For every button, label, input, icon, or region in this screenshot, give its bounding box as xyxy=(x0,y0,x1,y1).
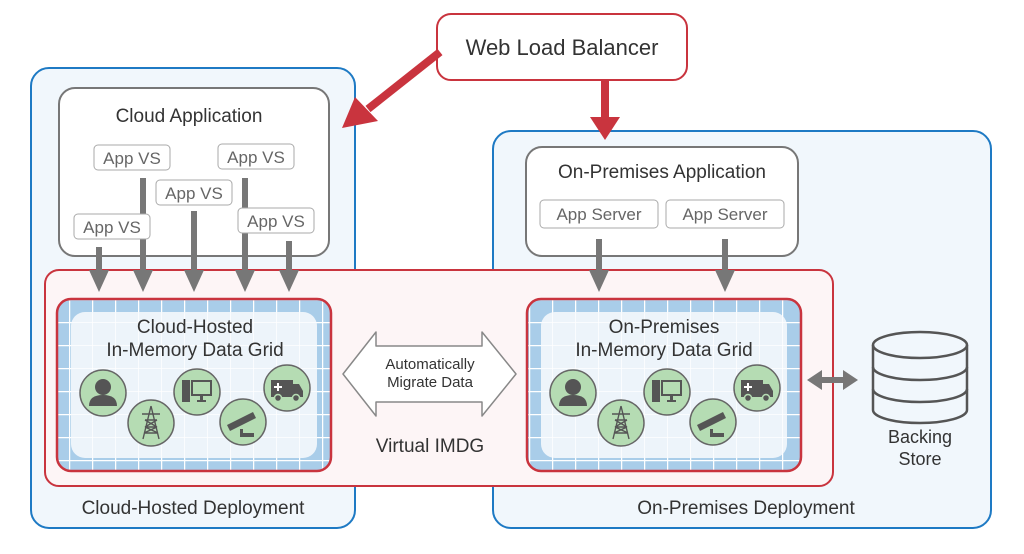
power-tower-icon xyxy=(127,399,175,447)
cloud-imdg-title-2: In-Memory Data Grid xyxy=(106,340,283,361)
load-balancer-label: Web Load Balancer xyxy=(466,35,659,60)
svg-text:App VS: App VS xyxy=(165,184,223,203)
backing-store-label-2: Store xyxy=(898,449,941,469)
architecture-diagram: Cloud-Hosted Deployment On-Premises Depl… xyxy=(30,13,992,529)
power-tower-icon xyxy=(597,399,645,447)
backing-store-label-1: Backing xyxy=(888,427,952,447)
person-icon xyxy=(79,369,127,417)
cloud-deployment-label: Cloud-Hosted Deployment xyxy=(82,498,306,519)
svg-text:App VS: App VS xyxy=(227,148,285,167)
ambulance-icon xyxy=(733,364,781,412)
web-load-balancer[interactable]: Web Load Balancer xyxy=(436,13,688,81)
security-camera-icon xyxy=(219,398,267,446)
onprem-imdg-title-1: On-Premises xyxy=(609,317,720,338)
app-vs-box[interactable]: App VS xyxy=(217,143,295,170)
svg-text:App VS: App VS xyxy=(83,218,141,237)
app-vs-box[interactable]: App VS xyxy=(237,207,315,234)
onprem-application-title: On-Premises Application xyxy=(558,162,766,183)
computer-icon xyxy=(643,368,691,416)
computer-icon xyxy=(173,368,221,416)
ambulance-icon xyxy=(263,364,311,412)
svg-text:App VS: App VS xyxy=(103,149,161,168)
migrate-text-2: Migrate Data xyxy=(387,374,474,391)
lb-arrow-to-cloud xyxy=(342,48,443,128)
migrate-text-1: Automatically xyxy=(385,356,475,373)
app-server-box[interactable]: App Server xyxy=(665,199,785,229)
onprem-deployment-label: On-Premises Deployment xyxy=(637,498,855,519)
svg-text:App Server: App Server xyxy=(556,205,641,224)
app-vs-box[interactable]: App VS xyxy=(73,213,151,240)
person-icon xyxy=(549,369,597,417)
onprem-imdg-title-2: In-Memory Data Grid xyxy=(575,340,752,361)
svg-text:App Server: App Server xyxy=(682,205,767,224)
cloud-imdg-title-1: Cloud-Hosted xyxy=(137,317,253,338)
security-camera-icon xyxy=(689,398,737,446)
cloud-application-title: Cloud Application xyxy=(116,106,263,127)
app-vs-box[interactable]: App VS xyxy=(93,144,171,171)
svg-text:App VS: App VS xyxy=(247,212,305,231)
app-server-box[interactable]: App Server xyxy=(539,199,659,229)
app-vs-box[interactable]: App VS xyxy=(155,179,233,206)
virtual-imdg-label: Virtual IMDG xyxy=(376,436,484,457)
